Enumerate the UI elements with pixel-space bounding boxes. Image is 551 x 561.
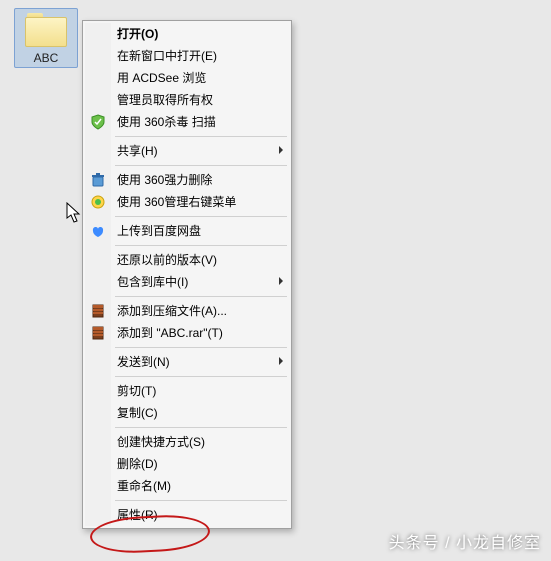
menu-item-添加到-ABC-rar-T-[interactable]: 添加到 "ABC.rar"(T) <box>85 322 289 344</box>
menu-item-删除-D-[interactable]: 删除(D) <box>85 453 289 475</box>
folder-label: ABC <box>17 51 75 65</box>
rar-icon <box>90 303 106 319</box>
menu-item-label: 使用 360杀毒 扫描 <box>117 115 216 129</box>
menu-separator <box>115 245 287 246</box>
folder-icon <box>25 13 67 47</box>
cursor-icon <box>66 202 82 224</box>
context-menu: 打开(O)在新窗口中打开(E)用 ACDSee 浏览管理员取得所有权使用 360… <box>82 20 292 529</box>
menu-item-label: 管理员取得所有权 <box>117 93 213 107</box>
menu-item-label: 剪切(T) <box>117 384 156 398</box>
menu-item-label: 使用 360强力删除 <box>117 173 212 187</box>
trash360-icon <box>90 172 106 188</box>
menu-separator <box>115 296 287 297</box>
menu-separator <box>115 216 287 217</box>
menu-item-还原以前的版本-V-[interactable]: 还原以前的版本(V) <box>85 249 289 271</box>
menu-item-label: 在新窗口中打开(E) <box>117 49 217 63</box>
menu-item-使用-360杀毒-扫描[interactable]: 使用 360杀毒 扫描 <box>85 111 289 133</box>
menu-item-添加到压缩文件-A-[interactable]: 添加到压缩文件(A)... <box>85 300 289 322</box>
ball360-icon <box>90 194 106 210</box>
menu-separator <box>115 136 287 137</box>
menu-item-创建快捷方式-S-[interactable]: 创建快捷方式(S) <box>85 431 289 453</box>
menu-item-共享-H-[interactable]: 共享(H) <box>85 140 289 162</box>
baidupan-icon <box>90 223 106 239</box>
menu-item-label: 用 ACDSee 浏览 <box>117 71 206 85</box>
menu-item-label: 添加到压缩文件(A)... <box>117 304 227 318</box>
menu-item-复制-C-[interactable]: 复制(C) <box>85 402 289 424</box>
menu-item-label: 还原以前的版本(V) <box>117 253 217 267</box>
menu-item-剪切-T-[interactable]: 剪切(T) <box>85 380 289 402</box>
desktop-folder[interactable]: ABC <box>14 8 78 68</box>
menu-item-label: 打开(O) <box>117 27 158 41</box>
menu-item-重命名-M-[interactable]: 重命名(M) <box>85 475 289 497</box>
menu-separator <box>115 347 287 348</box>
watermark: 头条号 / 小龙自修室 <box>389 529 541 553</box>
menu-item-打开-O-[interactable]: 打开(O) <box>85 23 289 45</box>
menu-separator <box>115 427 287 428</box>
menu-item-属性-R-[interactable]: 属性(R) <box>85 504 289 526</box>
menu-item-label: 包含到库中(I) <box>117 275 188 289</box>
menu-item-上传到百度网盘[interactable]: 上传到百度网盘 <box>85 220 289 242</box>
menu-item-label: 重命名(M) <box>117 479 171 493</box>
menu-item-发送到-N-[interactable]: 发送到(N) <box>85 351 289 373</box>
menu-item-使用-360强力删除[interactable]: 使用 360强力删除 <box>85 169 289 191</box>
menu-item-label: 使用 360管理右键菜单 <box>117 195 236 209</box>
menu-item-包含到库中-I-[interactable]: 包含到库中(I) <box>85 271 289 293</box>
menu-separator <box>115 500 287 501</box>
menu-item-label: 发送到(N) <box>117 355 170 369</box>
menu-item-label: 添加到 "ABC.rar"(T) <box>117 326 223 340</box>
menu-item-用-ACDSee-浏览[interactable]: 用 ACDSee 浏览 <box>85 67 289 89</box>
menu-item-label: 删除(D) <box>117 457 158 471</box>
menu-item-使用-360管理右键菜单[interactable]: 使用 360管理右键菜单 <box>85 191 289 213</box>
chevron-right-icon <box>279 146 283 154</box>
menu-item-label: 复制(C) <box>117 406 158 420</box>
menu-separator <box>115 376 287 377</box>
chevron-right-icon <box>279 277 283 285</box>
menu-item-管理员取得所有权[interactable]: 管理员取得所有权 <box>85 89 289 111</box>
menu-item-label: 创建快捷方式(S) <box>117 435 205 449</box>
menu-item-在新窗口中打开-E-[interactable]: 在新窗口中打开(E) <box>85 45 289 67</box>
rar-icon <box>90 325 106 341</box>
shield-icon <box>90 114 106 130</box>
menu-item-label: 上传到百度网盘 <box>117 224 201 238</box>
menu-item-label: 属性(R) <box>117 508 158 522</box>
chevron-right-icon <box>279 357 283 365</box>
menu-separator <box>115 165 287 166</box>
menu-item-label: 共享(H) <box>117 144 158 158</box>
